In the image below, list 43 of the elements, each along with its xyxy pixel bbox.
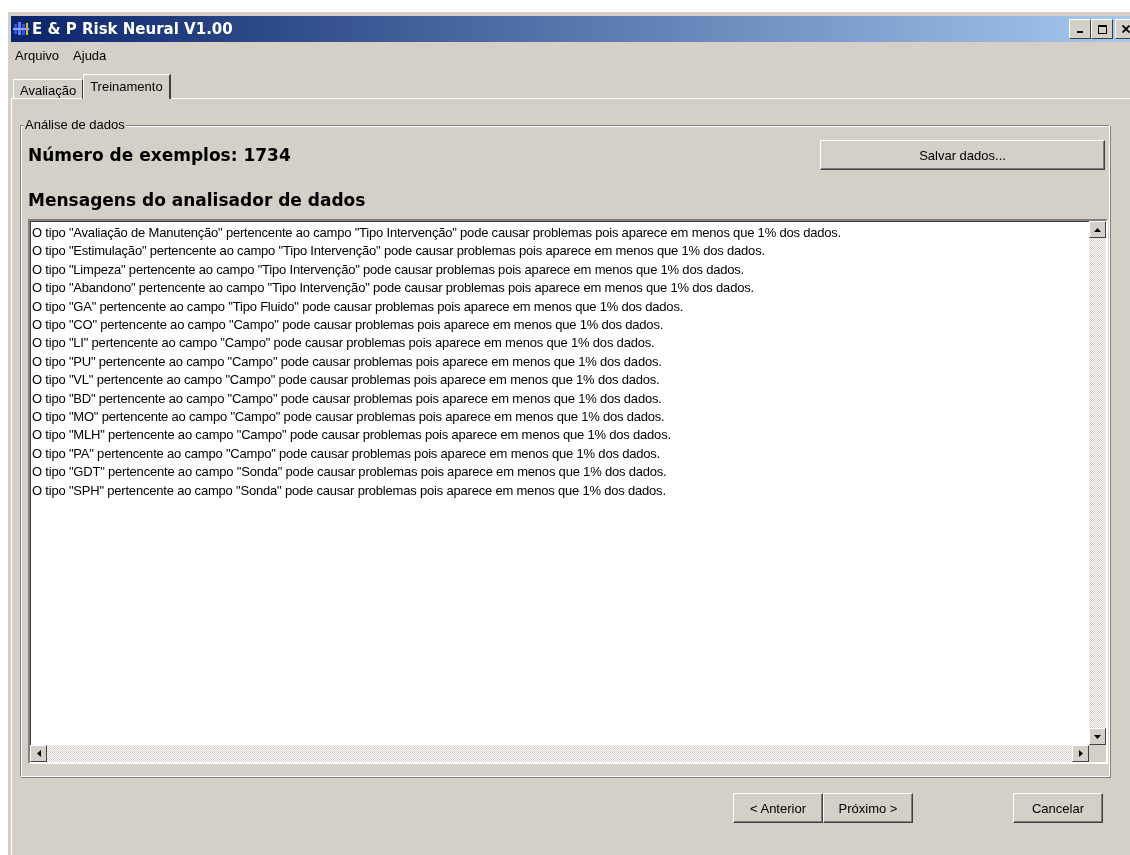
message-line: O tipo "LI" pertencente ao campo "Campo" pode causar problemas pois aparece em menos que 1% dos dados. bbox=[32, 334, 656, 353]
message-line: O tipo "Limpeza" pertencente ao campo "Tipo Intervenção" pode causar problemas pois aparece em menos que 1% dos dados. bbox=[32, 260, 745, 279]
message-line: O tipo "PU" pertencente ao campo "Campo" pode causar problemas pois aparece em menos que 1% dos dados. bbox=[32, 352, 663, 371]
menu-item[interactable]: Ajuda bbox=[73, 47, 107, 63]
left-arrow-icon bbox=[36, 750, 41, 757]
message-line: O tipo "SPH" pertencente ao campo "Sonda" pode causar problemas pois aparece em menos que 1% dos dados. bbox=[32, 481, 667, 500]
back-button[interactable]: < Anterior bbox=[733, 793, 823, 823]
down-arrow-icon bbox=[1094, 734, 1101, 739]
close-icon bbox=[1122, 25, 1130, 33]
menu-item[interactable]: Arquivo bbox=[15, 47, 60, 63]
app-icon bbox=[13, 21, 29, 37]
cancel-button[interactable]: Cancelar bbox=[1013, 793, 1103, 823]
horizontal-scrollbar[interactable] bbox=[30, 745, 1089, 762]
message-line: O tipo "MO" pertencente ao campo "Campo" pode causar problemas pois aparece em menos que 1% dos dados. bbox=[32, 408, 666, 427]
scroll-right-button[interactable] bbox=[1072, 745, 1089, 762]
scrollbar-corner bbox=[1089, 745, 1106, 762]
example-count: Número de exemplos: 1734 bbox=[28, 145, 291, 165]
message-line: O tipo "GDT" pertencente ao campo "Sonda" pode causar problemas pois aparece em menos que 1% dos dados. bbox=[32, 463, 668, 482]
save-button[interactable]: Salvar dados... bbox=[820, 140, 1105, 170]
scroll-left-button[interactable] bbox=[30, 745, 47, 762]
minimize-button[interactable] bbox=[1069, 19, 1091, 39]
message-line: O tipo "MLH" pertencente ao campo "Campo" pode causar problemas pois aparece em menos que 1% dos dados. bbox=[32, 426, 672, 445]
vertical-scrollbar[interactable] bbox=[1089, 221, 1106, 745]
maximize-icon bbox=[1097, 24, 1107, 34]
up-arrow-icon bbox=[1094, 227, 1101, 232]
group-label: Análise de dados bbox=[24, 117, 126, 132]
message-line: O tipo "Estimulação" pertencente ao campo "Tipo Intervenção" pode causar problemas pois aparece em menos que 1% dos dados. bbox=[32, 242, 766, 261]
message-line: O tipo "CO" pertencente ao campo "Campo" pode causar problemas pois aparece em menos que 1% dos dados. bbox=[32, 316, 665, 335]
next-button[interactable]: Próximo > bbox=[823, 793, 913, 823]
messages-field[interactable] bbox=[28, 219, 1108, 764]
right-arrow-icon bbox=[1078, 750, 1083, 757]
message-line: O tipo "BD" pertencente ao campo "Campo" pode causar problemas pois aparece em menos que 1% dos dados. bbox=[32, 389, 663, 408]
message-line: O tipo "Abandono" pertencente ao campo "Tipo Intervenção" pode causar problemas pois aparece em menos que 1% dos dados. bbox=[32, 279, 755, 298]
maximize-button[interactable] bbox=[1091, 19, 1113, 39]
message-line: O tipo "VL" pertencente ao campo "Campo" pode causar problemas pois aparece em menos que 1% dos dados. bbox=[32, 371, 661, 390]
message-line: O tipo "PA" pertencente ao campo "Campo" pode causar problemas pois aparece em menos que 1% dos dados. bbox=[32, 444, 661, 463]
scroll-down-button[interactable] bbox=[1089, 728, 1106, 745]
tab[interactable]: Treinamento bbox=[83, 74, 171, 99]
scroll-up-button[interactable] bbox=[1089, 221, 1106, 238]
window-title: E & P Risk Neural V1.00 bbox=[32, 20, 233, 38]
message-line: O tipo "Avaliação de Manutenção" pertencente ao campo "Tipo Intervenção" pode causar problemas pois aparece em menos que 1% dos dados. bbox=[32, 224, 842, 242]
messages-heading: Mensagens do analisador de dados bbox=[28, 190, 367, 210]
message-line: O tipo "GA" pertencente ao campo "Tipo Fluido" pode causar problemas pois aparece em menos que 1% dos dados. bbox=[32, 297, 685, 316]
